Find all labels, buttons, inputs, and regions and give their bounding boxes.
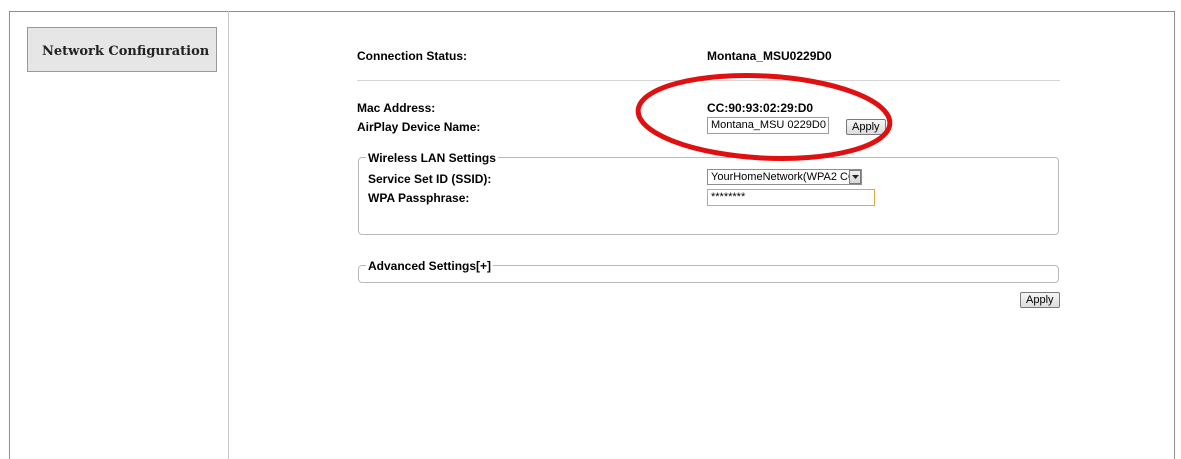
wireless-lan-settings-legend: Wireless LAN Settings bbox=[366, 151, 498, 165]
frame-left-border bbox=[9, 11, 10, 459]
ssid-label: Service Set ID (SSID): bbox=[368, 172, 492, 186]
mac-address-label: Mac Address: bbox=[357, 101, 436, 115]
apply-button[interactable]: Apply bbox=[1020, 292, 1060, 308]
advanced-settings-toggle[interactable]: Advanced Settings[+] bbox=[366, 259, 494, 273]
frame-right-border bbox=[1174, 11, 1175, 459]
wpa-passphrase-label: WPA Passphrase: bbox=[368, 191, 470, 205]
ssid-dropdown-button[interactable] bbox=[849, 170, 861, 184]
sidebar-divider bbox=[228, 11, 229, 459]
connection-status-value: Montana_MSU0229D0 bbox=[707, 49, 832, 63]
highlight-circle-annotation bbox=[635, 73, 893, 161]
connection-status-label: Connection Status: bbox=[357, 49, 467, 63]
sidebar-item-network-configuration[interactable]: Network Configuration bbox=[27, 27, 217, 72]
frame-top-border bbox=[9, 11, 1175, 12]
chevron-down-icon bbox=[852, 175, 859, 179]
airplay-device-name-label: AirPlay Device Name: bbox=[357, 120, 481, 134]
wpa-passphrase-input[interactable]: ******** bbox=[707, 189, 875, 206]
ssid-select[interactable]: YourHomeNetwork(WPA2 CCMP) bbox=[707, 169, 862, 185]
